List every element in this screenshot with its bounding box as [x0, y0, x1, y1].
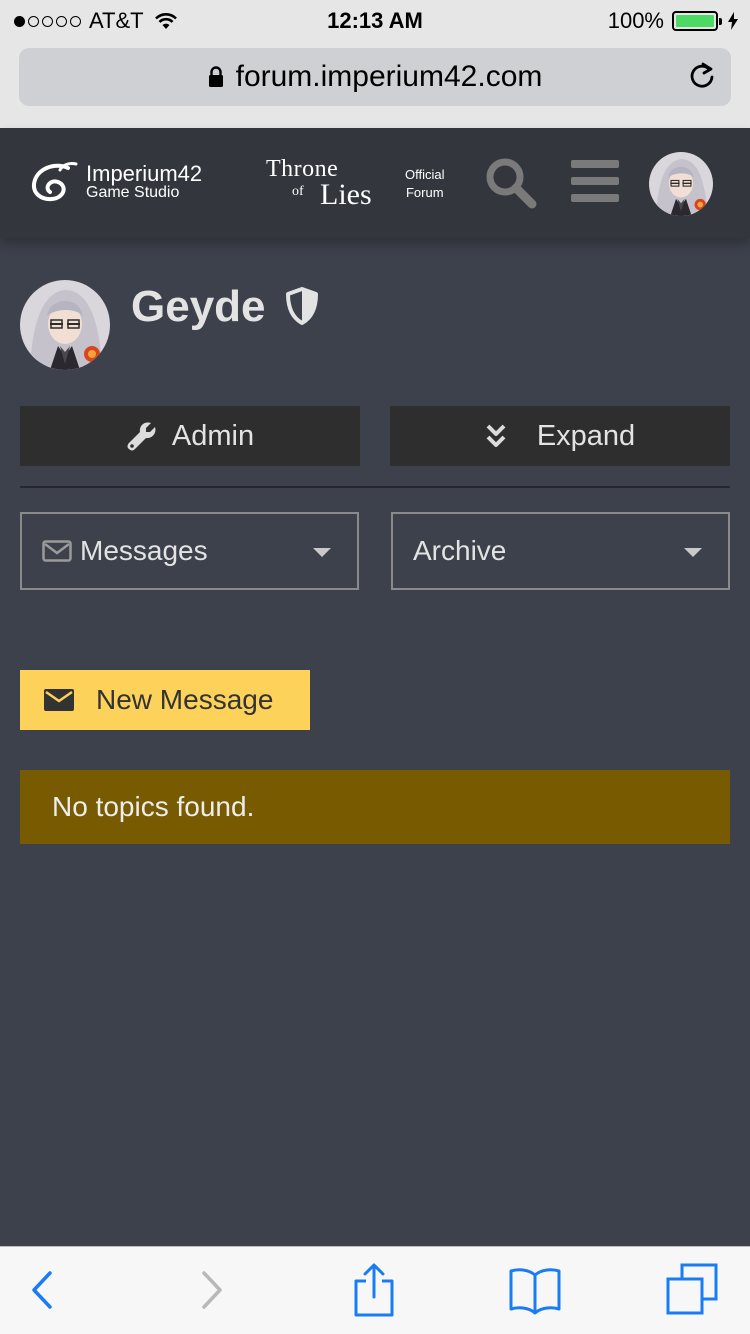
- official-label-line2: Forum: [405, 185, 444, 201]
- official-forum-label: Official Forum: [405, 166, 445, 202]
- archive-select-value: Archive: [413, 535, 507, 566]
- browser-toolbar: [0, 1246, 750, 1334]
- lock-icon: [208, 66, 223, 87]
- new-message-button[interactable]: New Message: [20, 670, 310, 730]
- admin-button-label: Admin: [171, 419, 255, 452]
- imperium42-text: Imperium42 Game Studio: [86, 163, 202, 201]
- avatar-image: [649, 152, 713, 216]
- section-divider: [20, 486, 730, 488]
- profile-avatar: [20, 280, 110, 370]
- admin-button[interactable]: Admin: [20, 406, 360, 466]
- user-avatar[interactable]: [649, 152, 713, 216]
- profile-username: Geyde: [131, 282, 266, 331]
- address-bar[interactable]: forum.imperium42.com: [19, 48, 731, 106]
- url-text: forum.imperium42.com: [235, 60, 543, 93]
- hamburger-menu-icon[interactable]: [571, 158, 619, 204]
- logo-line-of: of: [292, 184, 304, 199]
- back-icon[interactable]: [28, 1267, 58, 1313]
- expand-button-label: Expand: [536, 419, 636, 452]
- battery-percent: 100%: [607, 8, 664, 33]
- tabs-icon[interactable]: [666, 1263, 720, 1315]
- share-icon[interactable]: [354, 1263, 394, 1317]
- imperium42-logo[interactable]: Imperium42 Game Studio: [28, 160, 202, 204]
- forward-icon[interactable]: [196, 1267, 226, 1313]
- throne-of-lies-logo[interactable]: Throne of Lies: [266, 156, 384, 212]
- avatar-image: [20, 280, 110, 370]
- alert-text: No topics found.: [52, 791, 255, 822]
- official-label-line1: Official: [405, 167, 445, 182]
- no-topics-alert: No topics found.: [20, 770, 730, 844]
- battery-icon: [672, 11, 722, 31]
- envelope-icon: [44, 689, 74, 711]
- reload-icon[interactable]: [687, 60, 717, 92]
- messages-select[interactable]: Messages: [20, 512, 359, 590]
- browser-address-area: forum.imperium42.com: [0, 40, 750, 128]
- status-right: 100%: [608, 8, 738, 34]
- logo-line-lies: Lies: [320, 178, 372, 211]
- archive-select[interactable]: Archive: [391, 512, 730, 590]
- new-message-label: New Message: [96, 684, 274, 715]
- wrench-icon: [127, 422, 156, 451]
- moderator-shield-icon: [286, 287, 318, 325]
- status-bar: AT&T 12:13 AM 100%: [0, 0, 750, 40]
- search-icon[interactable]: [484, 156, 538, 210]
- charging-icon: [728, 12, 738, 30]
- envelope-outline-icon: [42, 540, 72, 562]
- expand-button[interactable]: Expand: [390, 406, 730, 466]
- studio-name: Imperium42: [86, 161, 203, 186]
- chevron-down-icon: [684, 548, 702, 557]
- double-chevron-down-icon: [486, 424, 506, 447]
- messages-select-value: Messages: [80, 535, 208, 566]
- studio-subtitle: Game Studio: [86, 184, 180, 201]
- imperium42-swirl-icon: [31, 162, 78, 202]
- site-header: Imperium42 Game Studio Throne of Lies Of…: [0, 128, 750, 238]
- chevron-down-icon: [313, 548, 331, 557]
- bookmarks-icon[interactable]: [508, 1267, 562, 1315]
